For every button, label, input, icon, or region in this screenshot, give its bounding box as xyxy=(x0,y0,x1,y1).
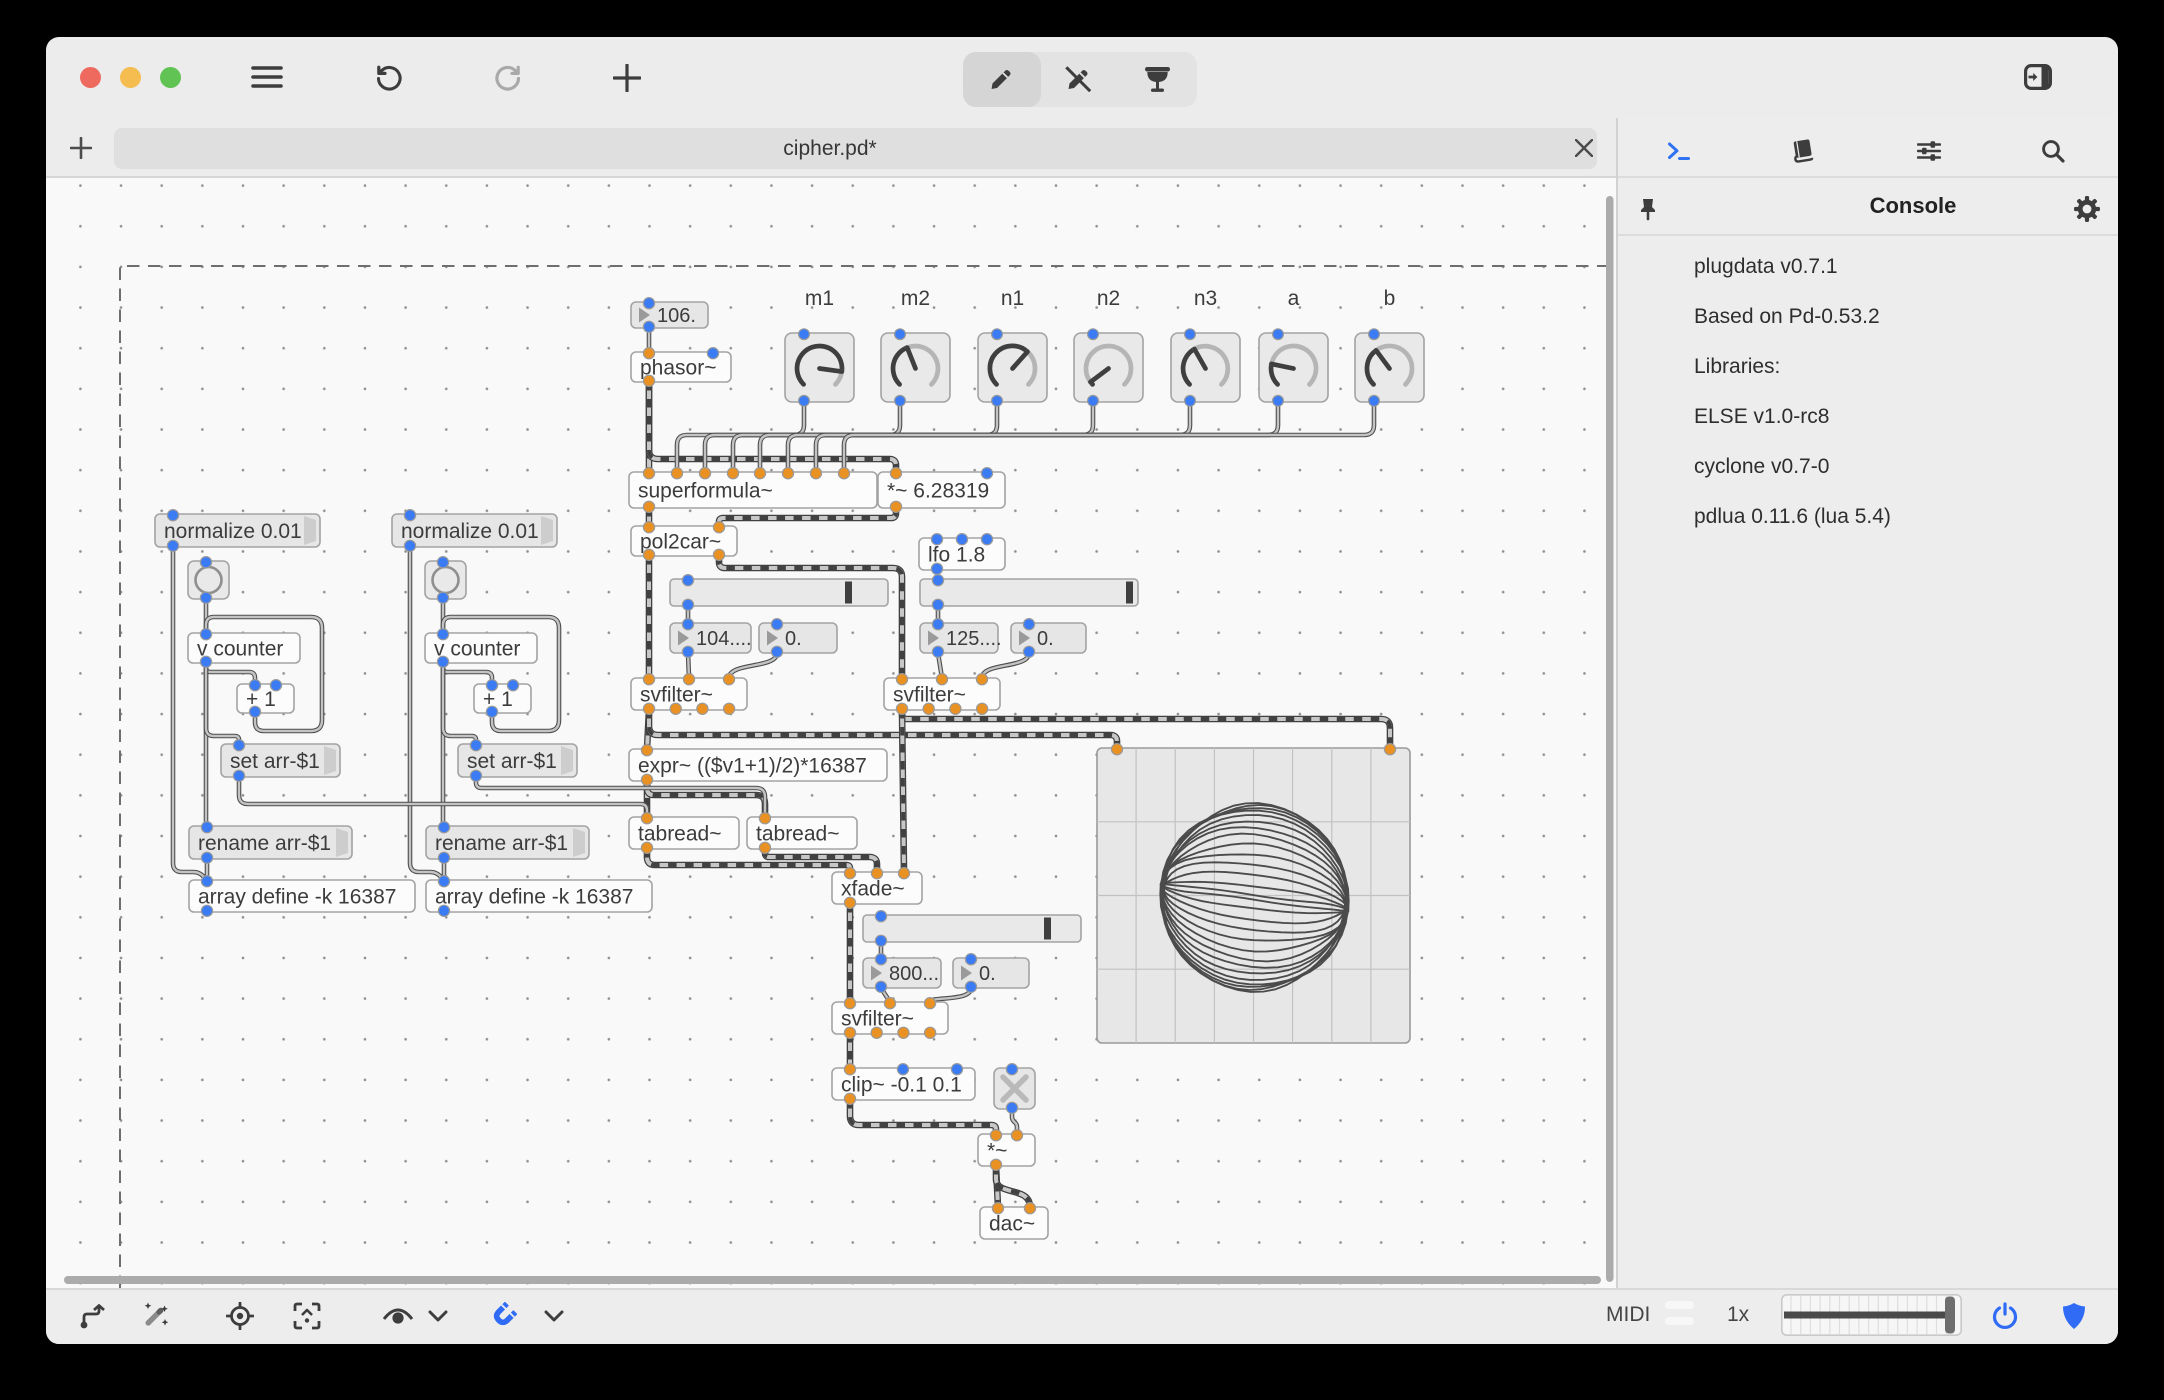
svg-text:array define -k 16387: array define -k 16387 xyxy=(198,886,396,909)
svg-text:b: b xyxy=(1384,287,1396,310)
svg-text:*~ 6.28319: *~ 6.28319 xyxy=(887,480,989,503)
svg-text:normalize 0.01: normalize 0.01 xyxy=(401,520,539,543)
svg-text:800...: 800... xyxy=(889,963,939,985)
svg-text:dac~: dac~ xyxy=(989,1213,1035,1236)
svg-text:rename arr-$1: rename arr-$1 xyxy=(435,832,568,855)
svg-text:n1: n1 xyxy=(1001,287,1024,310)
svg-text:set arr-$1: set arr-$1 xyxy=(467,750,557,773)
svg-text:clip~ -0.1 0.1: clip~ -0.1 0.1 xyxy=(841,1074,962,1097)
svg-text:0.: 0. xyxy=(979,963,996,985)
svg-text:125....: 125.... xyxy=(946,628,1002,650)
svg-text:106.: 106. xyxy=(657,305,696,327)
svg-text:n3: n3 xyxy=(1194,287,1217,310)
svg-text:superformula~: superformula~ xyxy=(638,480,773,503)
svg-text:104....: 104.... xyxy=(696,628,752,650)
svg-text:n2: n2 xyxy=(1097,287,1120,310)
svg-text:m1: m1 xyxy=(805,287,834,310)
svg-text:tabread~: tabread~ xyxy=(638,823,722,846)
svg-text:a: a xyxy=(1288,287,1300,310)
svg-text:expr~ (($v1+1)/2)*16387: expr~ (($v1+1)/2)*16387 xyxy=(638,755,867,778)
svg-text:m2: m2 xyxy=(901,287,930,310)
svg-text:0.: 0. xyxy=(785,628,802,650)
svg-text:0.: 0. xyxy=(1037,628,1054,650)
svg-text:rename arr-$1: rename arr-$1 xyxy=(198,832,331,855)
svg-text:set arr-$1: set arr-$1 xyxy=(230,750,320,773)
svg-text:normalize 0.01: normalize 0.01 xyxy=(164,520,302,543)
svg-text:tabread~: tabread~ xyxy=(756,823,840,846)
svg-text:array define -k 16387: array define -k 16387 xyxy=(435,886,633,909)
